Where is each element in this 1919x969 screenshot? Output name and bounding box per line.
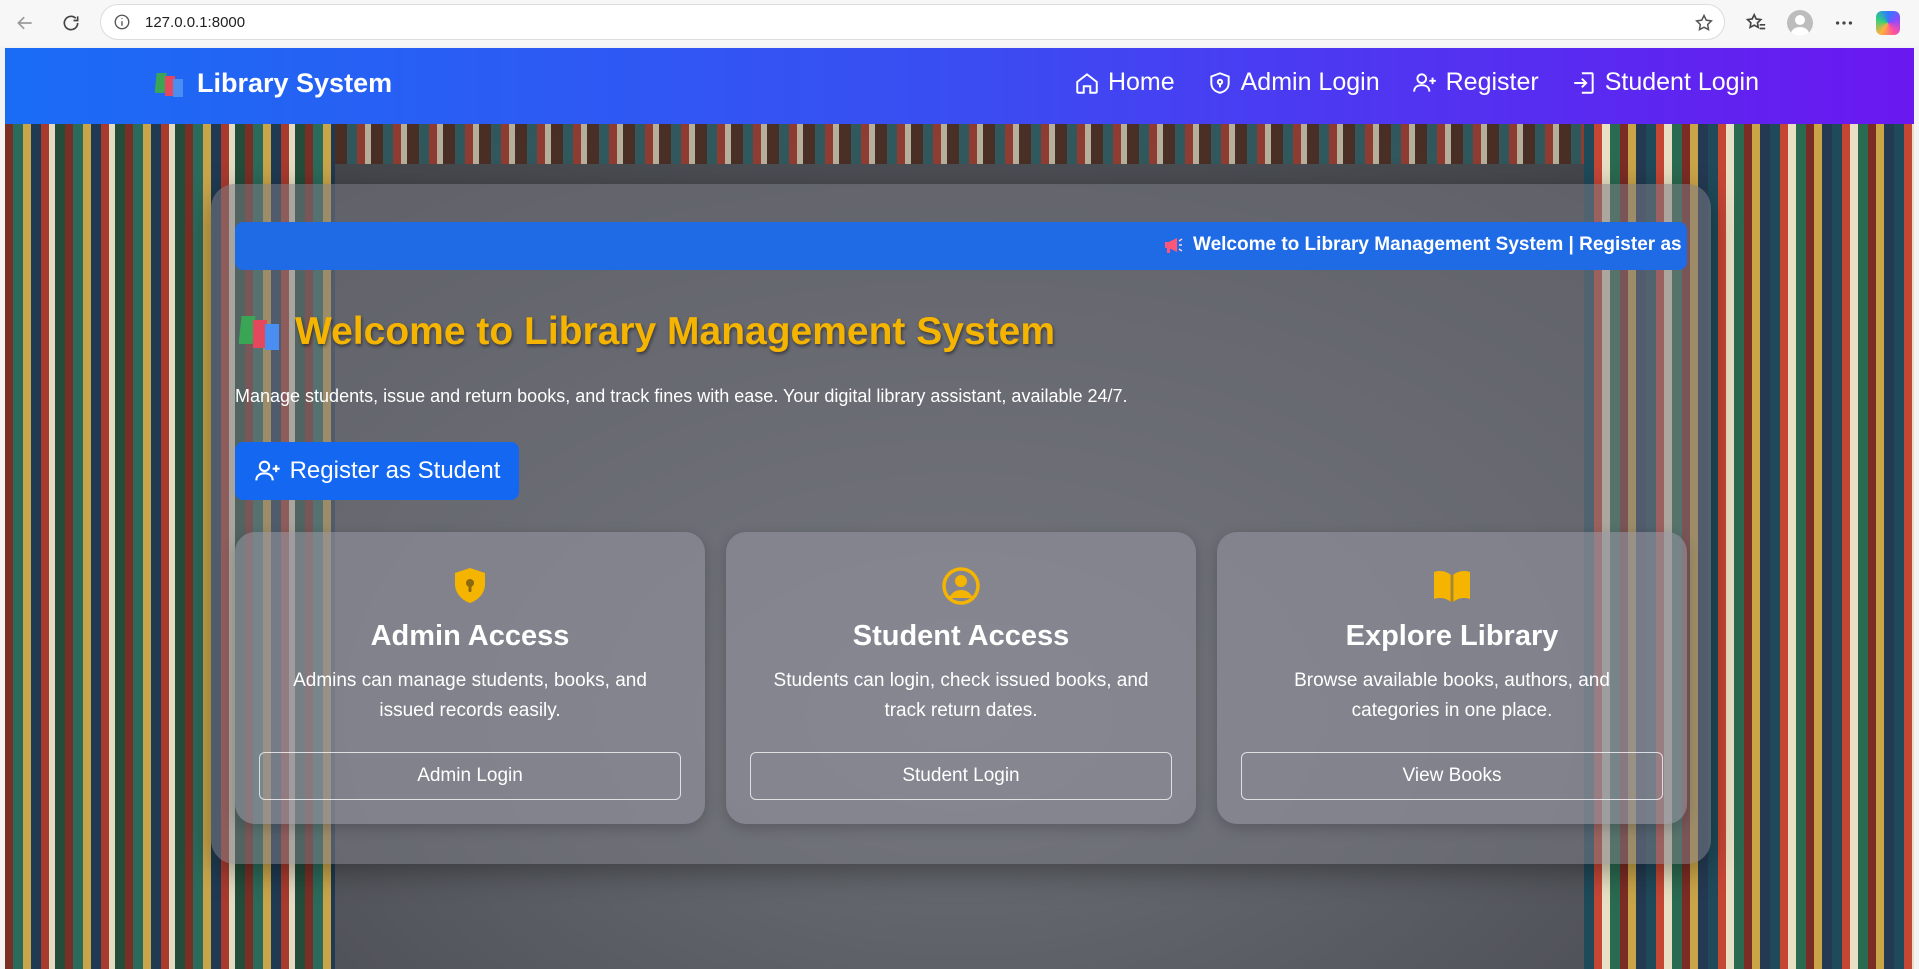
- admin-login-button[interactable]: Admin Login: [259, 752, 681, 800]
- card-description: Students can login, check issued books, …: [773, 670, 1149, 721]
- copilot-icon[interactable]: [1876, 11, 1900, 35]
- nav-admin-login-label: Admin Login: [1240, 68, 1380, 96]
- more-icon[interactable]: [1831, 10, 1857, 36]
- page-viewport: Library System Home Admin Login Register…: [5, 48, 1914, 969]
- title-text: Welcome to Library Management System: [295, 310, 1056, 353]
- feature-cards: Admin Access Admins can manage students,…: [235, 532, 1687, 824]
- card-description: Browse available books, authors, and cat…: [1294, 670, 1610, 721]
- info-icon[interactable]: [113, 13, 131, 31]
- nav-home[interactable]: Home: [1074, 68, 1175, 97]
- books-icon: [154, 70, 185, 98]
- nav-register-label: Register: [1445, 68, 1539, 96]
- hero-panel: Welcome to Library Management System | R…: [211, 184, 1711, 864]
- register-student-label: Register as Student: [289, 457, 501, 484]
- marquee-text: Welcome to Library Management System | R…: [1193, 234, 1682, 255]
- browser-actions: [1743, 0, 1919, 46]
- books-icon: [238, 312, 281, 352]
- person-add-icon: [254, 460, 280, 481]
- address-bar[interactable]: 127.0.0.1:8000: [100, 4, 1725, 40]
- browser-toolbar: 127.0.0.1:8000: [0, 0, 1919, 46]
- student-login-button[interactable]: Student Login: [750, 752, 1172, 800]
- profile-button[interactable]: [1787, 10, 1813, 36]
- view-books-button[interactable]: View Books: [1241, 752, 1663, 800]
- card-title: Admin Access: [370, 620, 570, 652]
- register-student-button[interactable]: Register as Student: [235, 442, 519, 500]
- nav-links: Home Admin Login Register Student Login: [1074, 68, 1759, 97]
- page-subtitle: Manage students, issue and return books,…: [235, 386, 1128, 406]
- card-title: Student Access: [852, 620, 1070, 652]
- announcement-marquee: Welcome to Library Management System | R…: [235, 222, 1687, 270]
- url-text[interactable]: 127.0.0.1:8000: [145, 14, 245, 31]
- open-book-icon: [1434, 571, 1470, 602]
- brand-name: Library System: [197, 68, 393, 98]
- card-student-access: Student Access Students can login, check…: [726, 532, 1196, 824]
- user-circle-icon: [942, 567, 980, 605]
- person-add-icon: [1412, 72, 1436, 92]
- nav-home-label: Home: [1107, 68, 1175, 96]
- nav-admin-login[interactable]: Admin Login: [1207, 68, 1380, 97]
- marquee-content: Welcome to Library Management System | R…: [1163, 234, 1682, 256]
- favorites-icon[interactable]: [1743, 10, 1769, 36]
- back-icon[interactable]: [10, 8, 40, 38]
- card-description: Admins can manage students, books, and i…: [293, 670, 647, 721]
- profile-icon[interactable]: [1787, 10, 1813, 36]
- copilot-button[interactable]: [1875, 10, 1901, 36]
- star-icon[interactable]: [1694, 13, 1714, 33]
- home-icon: [1076, 72, 1098, 94]
- nav-student-login[interactable]: Student Login: [1571, 68, 1759, 97]
- megaphone-icon: [1165, 238, 1183, 253]
- card-explore-library: Explore Library Browse available books, …: [1217, 532, 1687, 824]
- login-icon: [1573, 71, 1594, 94]
- nav-student-login-label: Student Login: [1604, 68, 1759, 96]
- shield-icon: [1209, 71, 1230, 94]
- background-top-shelf: [335, 124, 1584, 164]
- reload-icon[interactable]: [56, 8, 86, 38]
- nav-register[interactable]: Register: [1412, 68, 1539, 97]
- card-title: Explore Library: [1345, 620, 1559, 652]
- navbar: Library System Home Admin Login Register…: [5, 48, 1914, 124]
- shield-lock-icon: [455, 568, 485, 603]
- brand[interactable]: Library System: [154, 68, 393, 99]
- page-title: Welcome to Library Management System: [238, 310, 1056, 354]
- card-admin-access: Admin Access Admins can manage students,…: [235, 532, 705, 824]
